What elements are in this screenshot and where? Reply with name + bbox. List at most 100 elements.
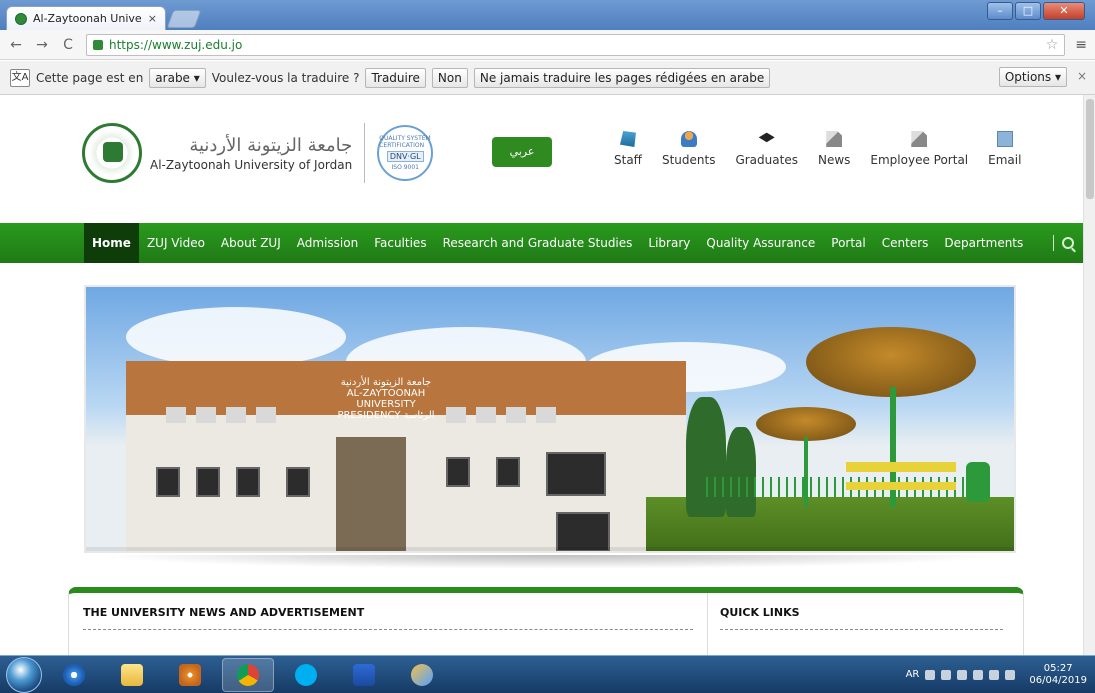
nav-item-centers[interactable]: Centers: [874, 223, 937, 263]
iso-certification-badge: QUALITY SYSTEM CERTIFICATION DNV·GL ISO …: [377, 125, 434, 181]
quick-link-label: Employee Portal: [870, 153, 969, 167]
never-translate-button[interactable]: Ne jamais traduire les pages rédigées en…: [473, 67, 771, 88]
menu-icon[interactable]: ≡: [1075, 37, 1087, 53]
options-button[interactable]: Options ▾: [998, 67, 1067, 87]
quick-links-column: QUICK LINKS: [707, 593, 1013, 655]
bookmark-star-icon[interactable]: ☆: [1046, 37, 1059, 53]
hero-cloud: [126, 307, 346, 367]
tab-title: Al-Zaytoonah University: [33, 12, 142, 25]
hero-banner: جامعة الزيتونة الأردنية AL-ZAYTOONAH UNI…: [84, 285, 1016, 553]
quick-link-label: Graduates: [735, 153, 798, 167]
quick-link-label: Students: [661, 153, 716, 167]
university-logo[interactable]: جامعة الزيتونة الأردنية Al-Zaytoonah Uni…: [82, 123, 434, 183]
taskbar-chrome[interactable]: [222, 657, 274, 692]
nav-search[interactable]: [1053, 235, 1075, 251]
nav-item-departments[interactable]: Departments: [936, 223, 1031, 263]
word-icon: [353, 663, 375, 686]
building-window: [556, 512, 610, 551]
news-icon: [826, 131, 843, 147]
umbrella-small: [756, 407, 856, 441]
no-button[interactable]: Non: [431, 67, 468, 88]
lock-icon: [93, 39, 103, 50]
quick-link-graduates[interactable]: Graduates: [735, 131, 798, 167]
nav-item-research[interactable]: Research and Graduate Studies: [435, 223, 641, 263]
quick-link-employee-portal[interactable]: Employee Portal: [870, 131, 968, 167]
search-icon[interactable]: [1062, 237, 1075, 249]
file-explorer-icon: [121, 663, 143, 686]
back-arrow-icon[interactable]: ←: [8, 37, 24, 53]
main-navigation: Home ZUJ Video About ZUJ Admission Facul…: [0, 223, 1083, 263]
hero-bottom-shadow: [86, 547, 1014, 551]
nav-item-faculties[interactable]: Faculties: [366, 223, 434, 263]
building-window: [546, 452, 606, 496]
news-title: THE UNIVERSITY NEWS AND ADVERTISEMENT: [83, 606, 365, 619]
nav-item-quality-assurance[interactable]: Quality Assurance: [698, 223, 823, 263]
start-button[interactable]: [6, 656, 42, 693]
notification-flag-icon[interactable]: [1005, 669, 1016, 680]
nav-item-about-zuj[interactable]: About ZUJ: [213, 223, 289, 263]
nav-item-zuj-video[interactable]: ZUJ Video: [139, 223, 213, 263]
arabic-language-button[interactable]: عربي: [492, 137, 552, 167]
scrollbar-thumb[interactable]: [1086, 99, 1094, 199]
translate-button[interactable]: Traduire: [365, 67, 426, 88]
forward-arrow-icon[interactable]: →: [34, 37, 50, 53]
translate-question: Voulez-vous la traduire ?: [211, 70, 360, 85]
quick-link-staff[interactable]: Staff: [614, 131, 642, 167]
building-window: [256, 407, 276, 423]
quick-link-email[interactable]: Email: [988, 131, 1021, 167]
volume-icon[interactable]: [973, 669, 984, 680]
nav-item-admission[interactable]: Admission: [289, 223, 366, 263]
network-icon[interactable]: [957, 669, 968, 680]
building-window: [196, 467, 220, 497]
picnic-bench: [846, 462, 956, 472]
translate-icon: 文A: [10, 68, 30, 87]
building-window: [446, 457, 470, 487]
keyboard-icon[interactable]: [925, 669, 936, 680]
presidency-sign: PRESIDENCY الرئاسة: [316, 410, 456, 421]
page-scrollbar[interactable]: [1083, 95, 1095, 655]
power-icon[interactable]: [989, 669, 1000, 680]
hero-drop-shadow: [94, 555, 1006, 569]
quick-link-news[interactable]: News: [818, 131, 850, 167]
system-tray: AR 05:27 06/04/2019: [906, 663, 1095, 687]
browser-tab[interactable]: Al-Zaytoonah University ×: [6, 6, 166, 30]
maximize-button[interactable]: □: [1015, 2, 1041, 20]
quick-link-label: Staff: [614, 153, 642, 167]
nav-search-separator: [1053, 235, 1055, 251]
taskbar-word[interactable]: [338, 658, 390, 692]
translate-prefix: Cette page est en: [36, 70, 144, 85]
building-window: [286, 467, 310, 497]
taskbar-media[interactable]: [164, 658, 216, 692]
taskbar-skype[interactable]: [280, 658, 332, 692]
quick-link-students[interactable]: Students: [661, 131, 716, 167]
input-language-indicator[interactable]: AR: [906, 669, 920, 680]
clock-date: 06/04/2019: [1029, 674, 1087, 686]
email-icon: [996, 131, 1013, 147]
language-select[interactable]: arabe ▾: [149, 67, 206, 88]
new-tab-button[interactable]: [166, 10, 202, 28]
taskbar-ie[interactable]: [48, 658, 100, 692]
page-content: جامعة الزيتونة الأردنية Al-Zaytoonah Uni…: [0, 95, 1083, 655]
taskbar-paint[interactable]: [396, 658, 448, 692]
staff-icon: [619, 131, 636, 147]
nav-item-portal[interactable]: Portal: [823, 223, 873, 263]
quick-link-label: News: [817, 153, 851, 167]
minimize-button[interactable]: –: [987, 2, 1013, 20]
window-controls: – □ ✕: [987, 2, 1085, 20]
nav-item-home[interactable]: Home: [84, 223, 139, 263]
quick-links-header: QUICK LINKS: [720, 605, 1003, 630]
close-translate-icon[interactable]: ×: [1077, 69, 1087, 83]
help-icon[interactable]: [941, 669, 952, 680]
close-window-button[interactable]: ✕: [1043, 2, 1085, 20]
nav-item-library[interactable]: Library: [640, 223, 698, 263]
building-sign: جامعة الزيتونة الأردنية AL-ZAYTOONAH UNI…: [316, 377, 456, 421]
close-tab-icon[interactable]: ×: [148, 12, 157, 25]
taskbar-clock[interactable]: 05:27 06/04/2019: [1029, 663, 1087, 687]
reload-icon[interactable]: C: [60, 37, 76, 53]
taskbar-explorer[interactable]: [106, 658, 158, 692]
logo-arabic-name: جامعة الزيتونة الأردنية: [189, 134, 353, 156]
address-bar[interactable]: https://www.zuj.edu.jo ☆: [86, 33, 1066, 56]
umbrella-pole: [804, 437, 808, 507]
news-column: THE UNIVERSITY NEWS AND ADVERTISEMENT: [83, 605, 693, 630]
translate-bar: 文A Cette page est en arabe ▾ Voulez-vous…: [0, 61, 1095, 95]
